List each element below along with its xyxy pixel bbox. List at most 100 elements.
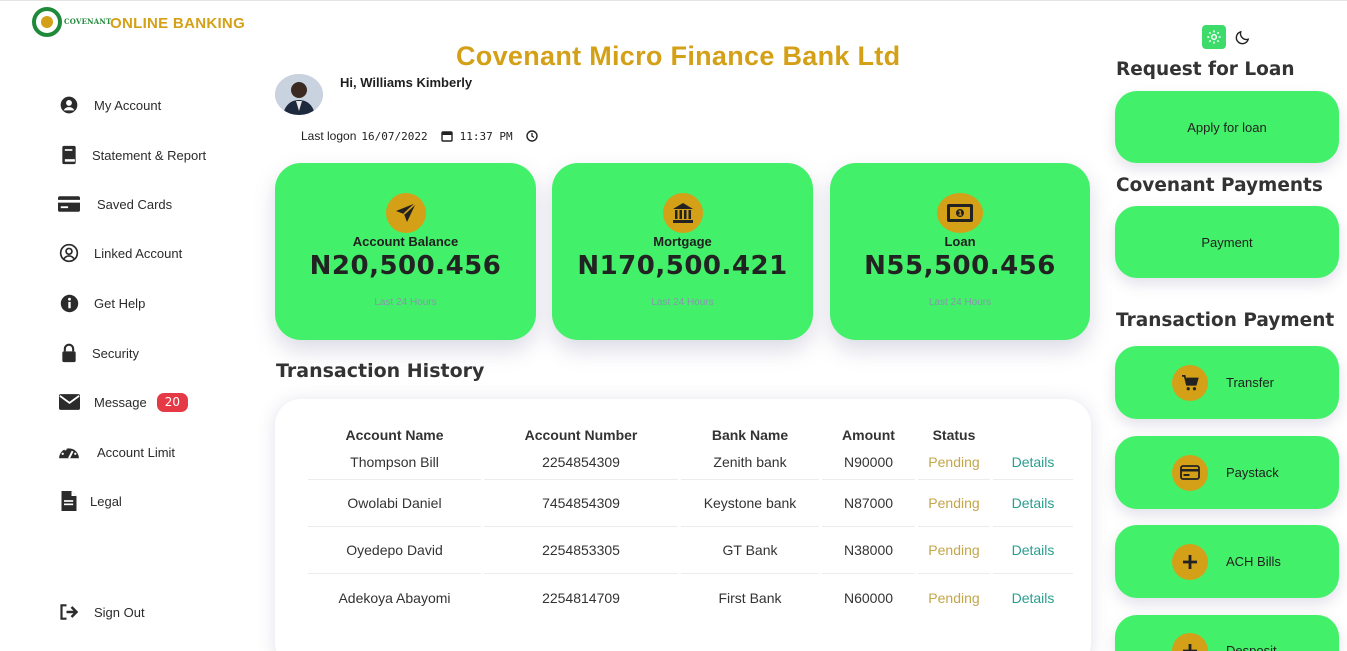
sidebar-item-label: Saved Cards	[97, 196, 173, 212]
sidebar-item-label: Message	[94, 394, 147, 410]
bank-name-cell: GT Bank	[681, 527, 819, 574]
last-logon: Last logon 16/07/2022 11:37 PM	[301, 129, 545, 143]
sidebar-item-account-limit[interactable]: Account Limit	[58, 432, 248, 472]
dark-mode-toggle[interactable]	[1232, 27, 1252, 47]
brand-logo[interactable]: COVENANT	[32, 7, 111, 37]
card-value: N55,500.456	[864, 251, 1056, 281]
card-icon	[1172, 454, 1208, 491]
user-circle-outline-icon	[58, 242, 80, 264]
card-value: N170,500.421	[577, 251, 788, 281]
sidebar-item-label: Legal	[90, 493, 122, 509]
table-row: Thompson Bill 2254854309 Zenith bank N90…	[308, 445, 1073, 480]
money-bill-icon: 1	[937, 193, 983, 233]
ach-bills-label: ACH Bills	[1226, 554, 1281, 569]
transaction-payment-title: Transaction Payment	[1116, 310, 1335, 331]
card-subtitle: Last 24 Hours	[374, 297, 437, 308]
column-header: Account Number	[524, 427, 638, 443]
details-link[interactable]: Details	[993, 527, 1073, 574]
request-loan-title: Request for Loan	[1116, 59, 1295, 80]
account-name-cell: Owolabi Daniel	[308, 480, 481, 527]
card-subtitle: Last 24 Hours	[651, 297, 714, 308]
moon-icon	[1235, 30, 1249, 44]
details-link[interactable]: Details	[993, 445, 1073, 480]
bank-name-cell: First Bank	[718, 589, 782, 606]
account-number-cell: 2254853305	[484, 527, 678, 574]
deposit-button[interactable]: Desposit	[1115, 615, 1339, 651]
account-balance-card[interactable]: Account Balance N20,500.456 Last 24 Hour…	[275, 163, 536, 340]
amount-cell: N87000	[822, 480, 915, 527]
sidebar-item-label: Get Help	[94, 295, 146, 311]
payment-label: Payment	[1201, 234, 1253, 250]
plus-icon	[1172, 543, 1208, 580]
sidebar-item-statement[interactable]: Statement & Report	[58, 135, 248, 175]
credit-card-icon	[58, 193, 80, 215]
avatar[interactable]	[275, 74, 323, 115]
deposit-label: Desposit	[1226, 643, 1277, 651]
logo-icon	[32, 7, 62, 37]
table-row: Owolabi Daniel 7454854309 Keystone bank …	[308, 480, 1073, 527]
sidebar-item-label: Security	[92, 345, 139, 361]
payment-button[interactable]: Payment	[1115, 206, 1339, 278]
last-logon-label: Last logon	[301, 129, 357, 143]
gauge-icon	[58, 441, 80, 463]
envelope-icon	[58, 391, 80, 413]
amount-cell: N90000	[822, 445, 915, 480]
loan-card[interactable]: 1 Loan N55,500.456 Last 24 Hours	[830, 163, 1090, 340]
settings-button[interactable]	[1202, 25, 1226, 49]
column-header: Amount	[842, 427, 895, 443]
column-header: Account Name	[345, 427, 444, 443]
message-count-badge: 20	[156, 392, 189, 412]
mortgage-card[interactable]: Mortgage N170,500.421 Last 24 Hours	[552, 163, 813, 340]
details-link[interactable]: Details	[993, 480, 1073, 527]
sidebar-item-legal[interactable]: Legal	[58, 481, 248, 521]
column-header: Status	[932, 427, 976, 443]
sidebar-item-label: Linked Account	[94, 245, 183, 261]
ach-bills-button[interactable]: ACH Bills	[1115, 525, 1339, 598]
book-icon	[58, 144, 80, 166]
logo-text: COVENANT	[64, 17, 112, 26]
bank-name-cell: Keystone bank	[681, 480, 819, 527]
sidebar-item-message[interactable]: Message 20	[58, 382, 248, 422]
transaction-history-panel: Account Name Account Number Bank Name Am…	[275, 399, 1091, 651]
sidebar-item-linked-account[interactable]: Linked Account	[58, 233, 248, 273]
sidebar-item-security[interactable]: Security	[58, 333, 248, 373]
status-cell: Pending	[928, 589, 980, 606]
transaction-table: Account Name Account Number Bank Name Am…	[305, 425, 1076, 621]
table-row: Oyedepo David 2254853305 GT Bank N38000 …	[308, 527, 1073, 574]
sidebar-item-get-help[interactable]: Get Help	[58, 283, 248, 323]
account-number-cell: 7454854309	[484, 480, 678, 527]
document-icon	[58, 490, 80, 512]
transfer-button[interactable]: Transfer	[1115, 346, 1339, 419]
account-name-cell: Adekoya Abayomi	[338, 589, 451, 606]
amount-cell: N60000	[843, 589, 894, 606]
calendar-icon	[440, 129, 454, 143]
info-icon	[58, 292, 80, 314]
status-cell: Pending	[918, 445, 990, 480]
bank-name-cell: Zenith bank	[681, 445, 819, 480]
sign-out-button[interactable]: Sign Out	[58, 592, 248, 632]
card-label: Account Balance	[352, 234, 459, 249]
paper-plane-icon	[385, 193, 426, 233]
sidebar-item-saved-cards[interactable]: Saved Cards	[58, 184, 248, 224]
card-subtitle: Last 24 Hours	[928, 297, 992, 308]
last-logon-date: 16/07/2022	[361, 129, 428, 143]
account-number-cell: 2254854309	[484, 445, 678, 480]
lock-icon	[58, 342, 80, 364]
amount-cell: N38000	[822, 527, 915, 574]
sidebar-item-my-account[interactable]: My Account	[58, 85, 248, 125]
paystack-button[interactable]: Paystack	[1115, 436, 1339, 509]
user-circle-icon	[58, 94, 80, 116]
details-link[interactable]: Details	[993, 574, 1073, 621]
card-label: Loan	[944, 234, 976, 249]
apply-loan-button[interactable]: Apply for loan	[1115, 91, 1339, 163]
account-name-cell: Thompson Bill	[308, 445, 481, 480]
apply-loan-label: Apply for loan	[1187, 119, 1267, 135]
account-number-cell: 2254814709	[542, 589, 620, 606]
sign-out-icon	[58, 601, 80, 623]
status-cell: Pending	[918, 527, 990, 574]
brand-title: ONLINE BANKING	[110, 15, 246, 32]
sign-out-label: Sign Out	[94, 604, 145, 620]
plus-icon	[1172, 633, 1208, 651]
bank-title: Covenant Micro Finance Bank Ltd	[456, 41, 901, 71]
card-label: Mortgage	[653, 234, 712, 249]
